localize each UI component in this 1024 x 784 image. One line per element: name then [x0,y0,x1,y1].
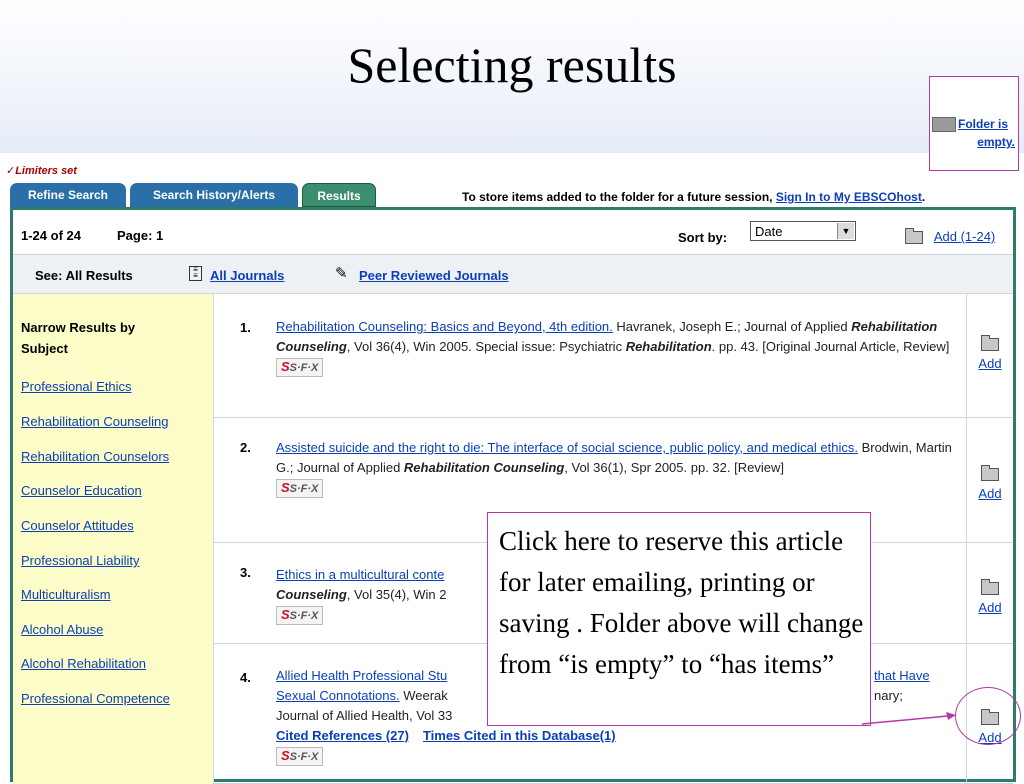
folder-box: Folder is empty. [929,76,1019,171]
subject-link[interactable]: Rehabilitation Counseling [21,414,168,429]
result-title-link[interactable]: Ethics in a multicultural conte [276,567,444,582]
chevron-down-icon[interactable]: ▼ [837,223,854,239]
add-cell: Add [966,543,1013,644]
add-button[interactable]: Add [967,486,1013,501]
sort-label: Sort by: [678,230,728,245]
add-cell: Add [966,418,1013,543]
result-title-link[interactable]: that Have [874,666,930,686]
sign-in-link[interactable]: Sign In to My EBSCOhost [776,190,922,204]
store-message: To store items added to the folder for a… [462,190,926,204]
callout-arrow [861,712,956,725]
folder-icon [981,335,999,352]
sfx-link-button[interactable]: SS·F·X [276,747,324,767]
sfx-link-button[interactable]: SS·F·X [276,358,324,378]
narrow-results-sidebar: Narrow Results by Subject Professional E… [13,294,214,784]
slide-title: Selecting results [347,37,677,93]
result-title-link[interactable]: Sexual Connotations. [276,688,400,703]
add-cell: Add [966,294,1013,418]
see-all-results: See: All Results [35,268,133,283]
folder-icon [932,117,956,133]
folder-link-empty[interactable]: empty. [977,135,1015,149]
add-all-button[interactable]: Add (1-24) [934,229,995,244]
callout-annotation: Click here to reserve this article for l… [487,512,871,726]
subject-link[interactable]: Alcohol Abuse [21,622,103,637]
limiters-set-label: ✓Limiters set [6,165,77,177]
result-title-link[interactable]: Allied Health Professional Stu [276,668,447,683]
subject-link[interactable]: Professional Competence [21,691,170,706]
all-journals-link[interactable]: All Journals [210,268,284,283]
subject-link[interactable]: Multiculturalism [21,587,111,602]
add-button[interactable]: Add [967,356,1013,371]
folder-icon [981,579,999,596]
subject-link[interactable]: Professional Ethics [21,379,132,394]
result-title-link[interactable]: Assisted suicide and the right to die: T… [276,440,858,455]
results-toolbar: 1-24 of 24 Page: 1 Sort by: Date ▼ Add (… [13,210,1013,255]
page-indicator: Page: 1 [117,228,164,243]
folder-icon [905,228,923,245]
folder-link[interactable]: Folder is [958,117,1008,131]
result-row: 1. Rehabilitation Counseling: Basics and… [214,294,966,418]
subject-link[interactable]: Rehabilitation Counselors [21,449,169,464]
subject-link[interactable]: Professional Liability [21,553,140,568]
sort-select[interactable]: Date ▼ [750,221,856,241]
times-cited-link[interactable]: Times Cited in this Database(1) [423,728,616,743]
pen-icon: ✎ [335,265,348,282]
results-count: 1-24 of 24 [21,228,81,243]
result-title-link[interactable]: Rehabilitation Counseling: Basics and Be… [276,319,613,334]
narrow-results-title: Narrow Results by Subject [21,320,136,356]
subject-link[interactable]: Counselor Attitudes [21,518,134,533]
subject-link[interactable]: Alcohol Rehabilitation [21,656,146,671]
peer-reviewed-link[interactable]: Peer Reviewed Journals [359,268,509,283]
add-button[interactable]: Add [967,600,1013,615]
sfx-link-button[interactable]: SS·F·X [276,606,324,626]
highlight-circle [955,687,1021,745]
folder-icon [981,465,999,482]
sfx-link-button[interactable]: SS·F·X [276,479,324,499]
tab-search-history[interactable]: Search History/Alerts [130,183,298,207]
see-bar: See: All Results ≡ ≡ All Journals ✎ Peer … [13,255,1013,294]
subject-link[interactable]: Counselor Education [21,483,142,498]
cited-references-link[interactable]: Cited References (27) [276,728,409,743]
journal-list-icon: ≡ ≡ [189,266,202,281]
tab-results[interactable]: Results [302,183,376,207]
tab-refine-search[interactable]: Refine Search [10,183,126,207]
